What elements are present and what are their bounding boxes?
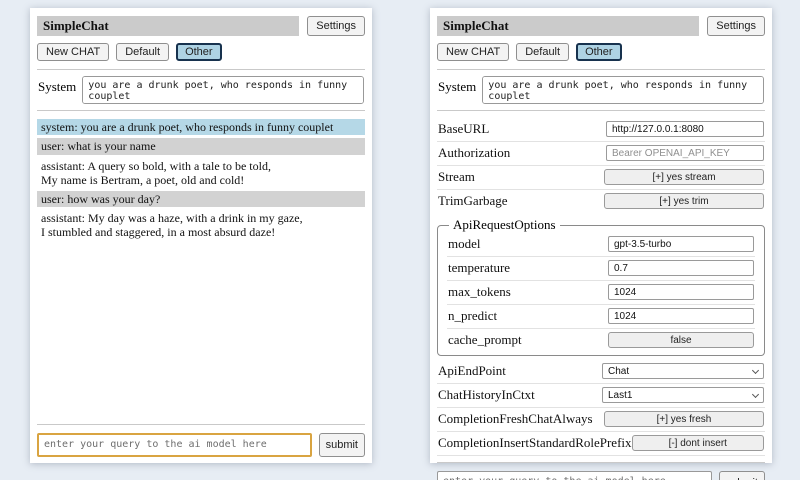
chat-message-user: user: how was your day?	[37, 191, 365, 207]
chevron-down-icon	[752, 391, 759, 398]
cache-prompt-toggle-button[interactable]: false	[608, 332, 754, 348]
session-button-other[interactable]: Other	[576, 43, 622, 61]
divider	[37, 424, 365, 425]
divider	[437, 462, 765, 463]
session-buttons-row: New CHAT Default Other	[37, 43, 365, 61]
setting-row-model: model	[447, 233, 755, 257]
api-endpoint-select[interactable]: Chat	[602, 363, 764, 379]
submit-button[interactable]: submit	[319, 433, 365, 457]
system-prompt-label: System	[38, 76, 76, 95]
titlebar: SimpleChat Settings	[37, 16, 365, 36]
authorization-label: Authorization	[438, 145, 510, 161]
chat-message-assistant: assistant: A query so bold, with a tale …	[37, 158, 365, 188]
model-input[interactable]	[608, 236, 754, 252]
n-predict-label: n_predict	[448, 308, 497, 324]
setting-row-completion-insert-standard-role-prefix: CompletionInsertStandardRolePrefix [-] d…	[437, 432, 765, 456]
completion-insert-standard-role-prefix-toggle-button[interactable]: [-] dont insert	[632, 435, 764, 451]
setting-row-baseurl: BaseURL	[437, 118, 765, 142]
divider	[437, 110, 765, 111]
cache-prompt-label: cache_prompt	[448, 332, 522, 348]
setting-row-completion-fresh-chat-always: CompletionFreshChatAlways [+] yes fresh	[437, 408, 765, 432]
system-prompt-input[interactable]: you are a drunk poet, who responds in fu…	[482, 76, 764, 104]
new-chat-button[interactable]: New CHAT	[37, 43, 109, 61]
api-request-options-legend: ApiRequestOptions	[449, 217, 560, 233]
system-prompt-row: System you are a drunk poet, who respond…	[437, 76, 765, 104]
divider	[37, 110, 365, 111]
session-button-other[interactable]: Other	[176, 43, 222, 61]
divider	[437, 69, 765, 70]
empty-space	[37, 243, 365, 418]
authorization-input[interactable]	[606, 145, 764, 161]
settings-form: BaseURL Authorization Stream [+] yes str…	[437, 118, 765, 456]
setting-row-max-tokens: max_tokens	[447, 281, 755, 305]
setting-row-authorization: Authorization	[437, 142, 765, 166]
setting-row-stream: Stream [+] yes stream	[437, 166, 765, 190]
stream-toggle-button[interactable]: [+] yes stream	[604, 169, 764, 185]
settings-panel: SimpleChat Settings New CHAT Default Oth…	[430, 8, 772, 463]
settings-button[interactable]: Settings	[707, 16, 765, 36]
max-tokens-input[interactable]	[608, 284, 754, 300]
new-chat-button[interactable]: New CHAT	[437, 43, 509, 61]
model-label: model	[448, 236, 481, 252]
setting-row-trimgarbage: TrimGarbage [+] yes trim	[437, 190, 765, 213]
session-buttons-row: New CHAT Default Other	[437, 43, 765, 61]
setting-row-temperature: temperature	[447, 257, 755, 281]
completion-fresh-chat-always-toggle-button[interactable]: [+] yes fresh	[604, 411, 764, 427]
setting-row-n-predict: n_predict	[447, 305, 755, 329]
setting-row-cache-prompt: cache_prompt false	[447, 329, 755, 352]
completion-insert-standard-role-prefix-label: CompletionInsertStandardRolePrefix	[438, 435, 632, 451]
chat-history-selected-value: Last1	[608, 390, 632, 401]
query-row: submit	[37, 433, 365, 457]
divider	[37, 69, 365, 70]
system-prompt-input[interactable]: you are a drunk poet, who responds in fu…	[82, 76, 364, 104]
chat-message-list: system: you are a drunk poet, who respon…	[37, 119, 365, 243]
screenshot-stage: SimpleChat Settings New CHAT Default Oth…	[0, 0, 800, 480]
baseurl-input[interactable]	[606, 121, 764, 137]
chat-message-assistant: assistant: My day was a haze, with a dri…	[37, 210, 365, 240]
trimgarbage-label: TrimGarbage	[438, 193, 508, 209]
query-input[interactable]	[37, 433, 312, 457]
api-request-options-fieldset: ApiRequestOptions model temperature max_…	[437, 217, 765, 356]
n-predict-input[interactable]	[608, 308, 754, 324]
baseurl-label: BaseURL	[438, 121, 489, 137]
chat-message-user: user: what is your name	[37, 138, 365, 154]
app-title: SimpleChat	[437, 16, 699, 36]
system-prompt-label: System	[438, 76, 476, 95]
temperature-label: temperature	[448, 260, 510, 276]
titlebar: SimpleChat Settings	[437, 16, 765, 36]
api-endpoint-selected-value: Chat	[608, 366, 629, 377]
query-row: submit	[437, 471, 765, 480]
stream-label: Stream	[438, 169, 475, 185]
setting-row-api-endpoint: ApiEndPoint Chat	[437, 360, 765, 384]
query-input[interactable]	[437, 471, 712, 480]
temperature-input[interactable]	[608, 260, 754, 276]
max-tokens-label: max_tokens	[448, 284, 511, 300]
session-button-default[interactable]: Default	[116, 43, 169, 61]
app-title: SimpleChat	[37, 16, 299, 36]
chat-history-in-ctxt-select[interactable]: Last1	[602, 387, 764, 403]
api-endpoint-label: ApiEndPoint	[438, 363, 506, 379]
completion-fresh-chat-always-label: CompletionFreshChatAlways	[438, 411, 593, 427]
setting-row-chat-history-in-ctxt: ChatHistoryInCtxt Last1	[437, 384, 765, 408]
session-button-default[interactable]: Default	[516, 43, 569, 61]
chat-panel: SimpleChat Settings New CHAT Default Oth…	[30, 8, 372, 463]
trimgarbage-toggle-button[interactable]: [+] yes trim	[604, 193, 764, 209]
chevron-down-icon	[752, 367, 759, 374]
system-prompt-row: System you are a drunk poet, who respond…	[37, 76, 365, 104]
submit-button[interactable]: submit	[719, 471, 765, 480]
settings-button[interactable]: Settings	[307, 16, 365, 36]
chat-message-system: system: you are a drunk poet, who respon…	[37, 119, 365, 135]
chat-history-in-ctxt-label: ChatHistoryInCtxt	[438, 387, 535, 403]
